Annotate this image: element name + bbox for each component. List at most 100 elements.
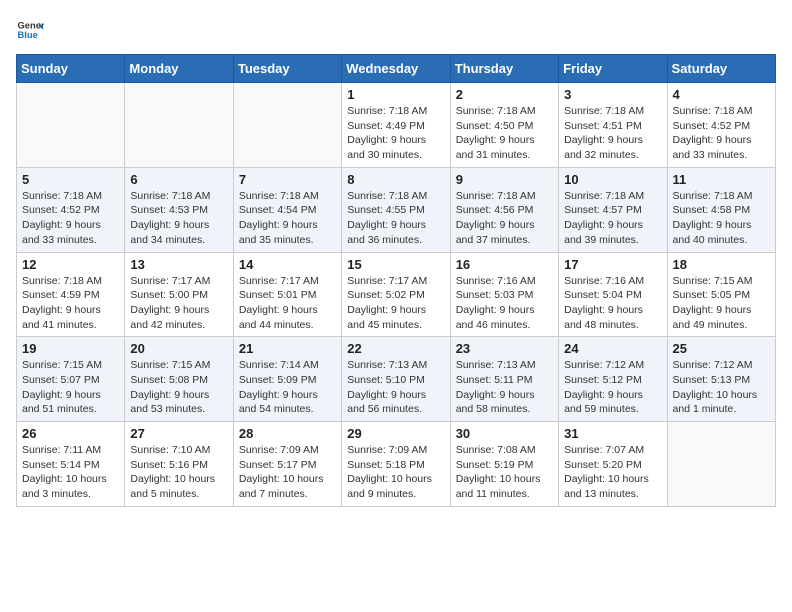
calendar-cell: 2 Sunrise: 7:18 AM Sunset: 4:50 PM Daylig… (450, 83, 558, 168)
day-info: Sunrise: 7:18 AM Sunset: 4:52 PM Dayligh… (22, 189, 119, 248)
day-info: Sunrise: 7:18 AM Sunset: 4:56 PM Dayligh… (456, 189, 553, 248)
day-number: 16 (456, 257, 553, 272)
day-info: Sunrise: 7:18 AM Sunset: 4:50 PM Dayligh… (456, 104, 553, 163)
day-number: 28 (239, 426, 336, 441)
day-number: 25 (673, 341, 770, 356)
day-number: 18 (673, 257, 770, 272)
calendar-cell (667, 422, 775, 507)
day-info: Sunrise: 7:09 AM Sunset: 5:18 PM Dayligh… (347, 443, 444, 502)
weekday-header-friday: Friday (559, 55, 667, 83)
day-info: Sunrise: 7:17 AM Sunset: 5:01 PM Dayligh… (239, 274, 336, 333)
calendar-cell: 1 Sunrise: 7:18 AM Sunset: 4:49 PM Daylig… (342, 83, 450, 168)
calendar-cell: 7 Sunrise: 7:18 AM Sunset: 4:54 PM Daylig… (233, 167, 341, 252)
calendar-cell: 3 Sunrise: 7:18 AM Sunset: 4:51 PM Daylig… (559, 83, 667, 168)
calendar-cell: 11 Sunrise: 7:18 AM Sunset: 4:58 PM Dayli… (667, 167, 775, 252)
day-number: 12 (22, 257, 119, 272)
day-number: 22 (347, 341, 444, 356)
calendar-week-row: 1 Sunrise: 7:18 AM Sunset: 4:49 PM Daylig… (17, 83, 776, 168)
day-info: Sunrise: 7:15 AM Sunset: 5:07 PM Dayligh… (22, 358, 119, 417)
day-info: Sunrise: 7:18 AM Sunset: 4:53 PM Dayligh… (130, 189, 227, 248)
calendar-week-row: 19 Sunrise: 7:15 AM Sunset: 5:07 PM Dayli… (17, 337, 776, 422)
calendar-cell: 19 Sunrise: 7:15 AM Sunset: 5:07 PM Dayli… (17, 337, 125, 422)
logo: General Blue (16, 16, 44, 44)
day-info: Sunrise: 7:15 AM Sunset: 5:05 PM Dayligh… (673, 274, 770, 333)
day-number: 4 (673, 87, 770, 102)
calendar-cell: 21 Sunrise: 7:14 AM Sunset: 5:09 PM Dayli… (233, 337, 341, 422)
day-number: 3 (564, 87, 661, 102)
day-info: Sunrise: 7:09 AM Sunset: 5:17 PM Dayligh… (239, 443, 336, 502)
day-info: Sunrise: 7:18 AM Sunset: 4:59 PM Dayligh… (22, 274, 119, 333)
day-info: Sunrise: 7:18 AM Sunset: 4:51 PM Dayligh… (564, 104, 661, 163)
weekday-header-tuesday: Tuesday (233, 55, 341, 83)
calendar-cell: 30 Sunrise: 7:08 AM Sunset: 5:19 PM Dayli… (450, 422, 558, 507)
calendar-cell: 9 Sunrise: 7:18 AM Sunset: 4:56 PM Daylig… (450, 167, 558, 252)
svg-text:Blue: Blue (18, 30, 38, 40)
day-number: 31 (564, 426, 661, 441)
day-number: 17 (564, 257, 661, 272)
calendar-cell: 6 Sunrise: 7:18 AM Sunset: 4:53 PM Daylig… (125, 167, 233, 252)
weekday-header-sunday: Sunday (17, 55, 125, 83)
day-number: 15 (347, 257, 444, 272)
calendar-cell: 22Sunrise: 7:13 AM Sunset: 5:10 PM Dayli… (342, 337, 450, 422)
day-number: 26 (22, 426, 119, 441)
day-info: Sunrise: 7:07 AM Sunset: 5:20 PM Dayligh… (564, 443, 661, 502)
calendar-cell: 10 Sunrise: 7:18 AM Sunset: 4:57 PM Dayli… (559, 167, 667, 252)
weekday-header-monday: Monday (125, 55, 233, 83)
day-number: 9 (456, 172, 553, 187)
calendar-week-row: 5Sunrise: 7:18 AM Sunset: 4:52 PM Daylig… (17, 167, 776, 252)
day-number: 7 (239, 172, 336, 187)
calendar-cell (233, 83, 341, 168)
day-info: Sunrise: 7:17 AM Sunset: 5:02 PM Dayligh… (347, 274, 444, 333)
calendar-cell: 4 Sunrise: 7:18 AM Sunset: 4:52 PM Daylig… (667, 83, 775, 168)
day-info: Sunrise: 7:18 AM Sunset: 4:58 PM Dayligh… (673, 189, 770, 248)
day-info: Sunrise: 7:10 AM Sunset: 5:16 PM Dayligh… (130, 443, 227, 502)
calendar-cell: 31 Sunrise: 7:07 AM Sunset: 5:20 PM Dayli… (559, 422, 667, 507)
calendar-cell: 8 Sunrise: 7:18 AM Sunset: 4:55 PM Daylig… (342, 167, 450, 252)
calendar-cell: 24Sunrise: 7:12 AM Sunset: 5:12 PM Dayli… (559, 337, 667, 422)
day-info: Sunrise: 7:08 AM Sunset: 5:19 PM Dayligh… (456, 443, 553, 502)
calendar-cell: 13Sunrise: 7:17 AM Sunset: 5:00 PM Dayli… (125, 252, 233, 337)
day-info: Sunrise: 7:18 AM Sunset: 4:49 PM Dayligh… (347, 104, 444, 163)
calendar-week-row: 12 Sunrise: 7:18 AM Sunset: 4:59 PM Dayli… (17, 252, 776, 337)
day-info: Sunrise: 7:18 AM Sunset: 4:55 PM Dayligh… (347, 189, 444, 248)
calendar-cell: 15 Sunrise: 7:17 AM Sunset: 5:02 PM Dayli… (342, 252, 450, 337)
day-number: 8 (347, 172, 444, 187)
day-number: 11 (673, 172, 770, 187)
calendar-cell: 26 Sunrise: 7:11 AM Sunset: 5:14 PM Dayli… (17, 422, 125, 507)
calendar-cell: 14 Sunrise: 7:17 AM Sunset: 5:01 PM Dayli… (233, 252, 341, 337)
day-number: 10 (564, 172, 661, 187)
weekday-header-row: SundayMondayTuesdayWednesdayThursdayFrid… (17, 55, 776, 83)
day-info: Sunrise: 7:16 AM Sunset: 5:04 PM Dayligh… (564, 274, 661, 333)
day-number: 6 (130, 172, 227, 187)
calendar-cell: 20 Sunrise: 7:15 AM Sunset: 5:08 PM Dayli… (125, 337, 233, 422)
day-info: Sunrise: 7:12 AM Sunset: 5:13 PM Dayligh… (673, 358, 770, 417)
day-number: 21 (239, 341, 336, 356)
day-info: Sunrise: 7:17 AM Sunset: 5:00 PM Dayligh… (130, 274, 227, 333)
day-number: 27 (130, 426, 227, 441)
day-number: 20 (130, 341, 227, 356)
day-info: Sunrise: 7:18 AM Sunset: 4:52 PM Dayligh… (673, 104, 770, 163)
day-info: Sunrise: 7:15 AM Sunset: 5:08 PM Dayligh… (130, 358, 227, 417)
calendar-cell: 25 Sunrise: 7:12 AM Sunset: 5:13 PM Dayli… (667, 337, 775, 422)
day-number: 29 (347, 426, 444, 441)
day-number: 19 (22, 341, 119, 356)
page-header: General Blue (16, 16, 776, 44)
day-number: 14 (239, 257, 336, 272)
day-number: 1 (347, 87, 444, 102)
day-info: Sunrise: 7:13 AM Sunset: 5:11 PM Dayligh… (456, 358, 553, 417)
day-number: 24 (564, 341, 661, 356)
day-info: Sunrise: 7:18 AM Sunset: 4:57 PM Dayligh… (564, 189, 661, 248)
day-number: 30 (456, 426, 553, 441)
day-info: Sunrise: 7:16 AM Sunset: 5:03 PM Dayligh… (456, 274, 553, 333)
calendar-table: SundayMondayTuesdayWednesdayThursdayFrid… (16, 54, 776, 507)
day-info: Sunrise: 7:18 AM Sunset: 4:54 PM Dayligh… (239, 189, 336, 248)
calendar-cell: 17 Sunrise: 7:16 AM Sunset: 5:04 PM Dayli… (559, 252, 667, 337)
calendar-cell: 12 Sunrise: 7:18 AM Sunset: 4:59 PM Dayli… (17, 252, 125, 337)
calendar-cell (17, 83, 125, 168)
day-info: Sunrise: 7:14 AM Sunset: 5:09 PM Dayligh… (239, 358, 336, 417)
day-number: 2 (456, 87, 553, 102)
calendar-cell: 28 Sunrise: 7:09 AM Sunset: 5:17 PM Dayli… (233, 422, 341, 507)
calendar-week-row: 26 Sunrise: 7:11 AM Sunset: 5:14 PM Dayli… (17, 422, 776, 507)
calendar-cell: 23Sunrise: 7:13 AM Sunset: 5:11 PM Dayli… (450, 337, 558, 422)
day-info: Sunrise: 7:11 AM Sunset: 5:14 PM Dayligh… (22, 443, 119, 502)
